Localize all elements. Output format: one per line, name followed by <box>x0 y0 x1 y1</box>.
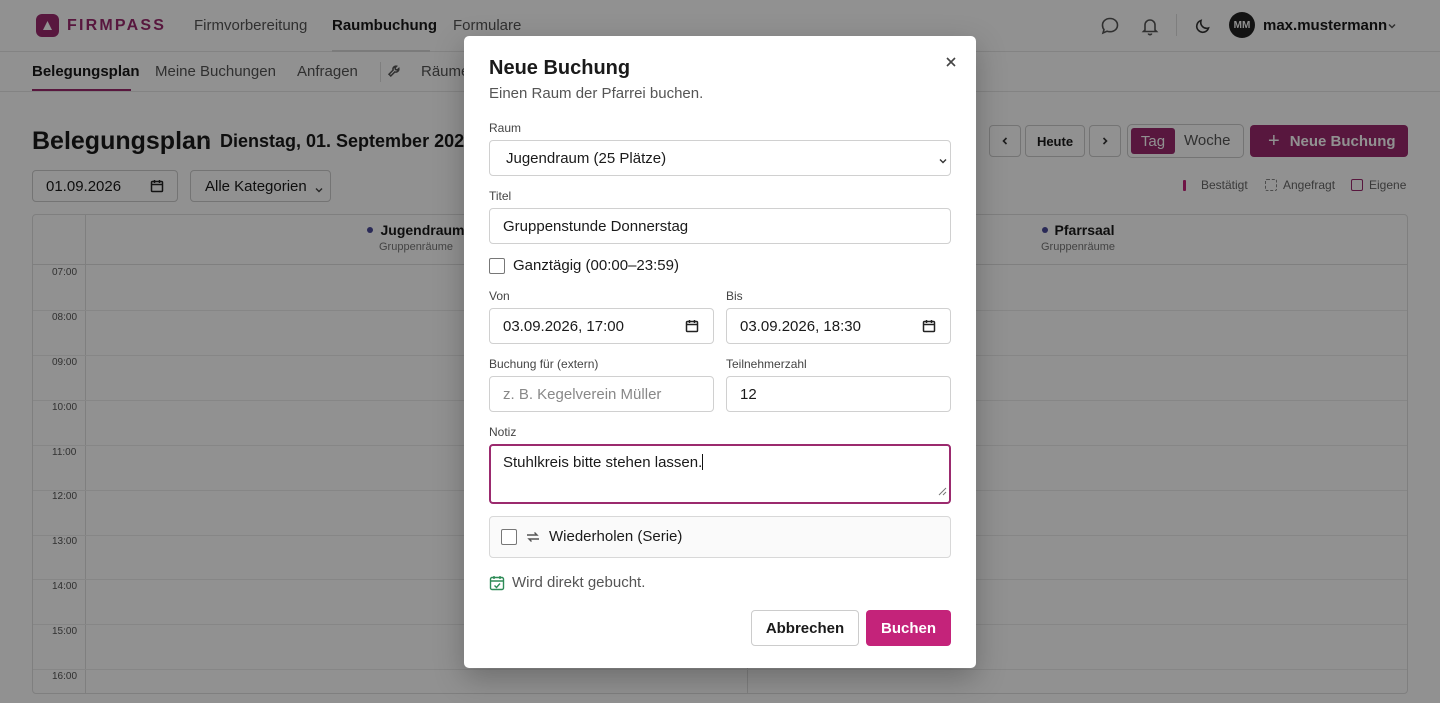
repeat-checkbox[interactable] <box>501 529 517 545</box>
note-textarea[interactable]: Stuhlkreis bitte stehen lassen. <box>489 444 951 504</box>
booking-status: Wird direkt gebucht. <box>489 574 645 591</box>
to-label: Bis <box>726 289 743 303</box>
external-placeholder: z. B. Kegelverein Müller <box>503 385 662 403</box>
from-label: Von <box>489 289 510 303</box>
resize-handle-icon[interactable] <box>938 483 947 500</box>
from-datetime-input[interactable]: 03.09.2026, 17:00 <box>489 308 714 344</box>
dialog-subtitle: Einen Raum der Pfarrei buchen. <box>489 85 704 102</box>
participants-input[interactable]: 12 <box>726 376 951 412</box>
external-label: Buchung für (extern) <box>489 357 599 371</box>
note-value: Stuhlkreis bitte stehen lassen. <box>503 454 703 471</box>
from-value: 03.09.2026, 17:00 <box>503 317 624 335</box>
participants-label: Teilnehmerzahl <box>726 357 807 371</box>
room-select[interactable]: Jugendraum (25 Plätze) <box>489 140 951 176</box>
room-label: Raum <box>489 121 522 135</box>
external-input[interactable]: z. B. Kegelverein Müller <box>489 376 714 412</box>
title-label: Titel <box>489 189 512 203</box>
participants-value: 12 <box>740 385 757 403</box>
to-value: 03.09.2026, 18:30 <box>740 317 861 335</box>
room-select-value: Jugendraum (25 Plätze) <box>506 149 667 167</box>
note-label: Notiz <box>489 425 517 439</box>
close-icon[interactable] <box>941 52 961 72</box>
title-input[interactable]: Gruppenstunde Donnerstag <box>489 208 951 244</box>
allday-checkbox[interactable] <box>489 258 505 274</box>
repeat-label[interactable]: Wiederholen (Serie) <box>549 528 682 545</box>
status-text: Wird direkt gebucht. <box>512 574 646 591</box>
repeat-panel: Wiederholen (Serie) <box>489 516 951 558</box>
calendar-icon[interactable] <box>685 319 699 337</box>
book-button[interactable]: Buchen <box>866 610 951 646</box>
cancel-button[interactable]: Abbrechen <box>751 610 859 646</box>
allday-label[interactable]: Ganztägig (00:00–23:59) <box>513 257 679 274</box>
dialog-title: Neue Buchung <box>489 57 631 79</box>
calendar-check-icon <box>489 575 505 591</box>
text-caret <box>702 454 704 470</box>
calendar-icon[interactable] <box>922 319 936 337</box>
new-booking-dialog: Neue Buchung Einen Raum der Pfarrei buch… <box>464 36 976 668</box>
chevron-down-icon <box>938 153 948 170</box>
to-datetime-input[interactable]: 03.09.2026, 18:30 <box>726 308 951 344</box>
repeat-icon <box>525 529 541 550</box>
title-input-value: Gruppenstunde Donnerstag <box>503 217 689 235</box>
